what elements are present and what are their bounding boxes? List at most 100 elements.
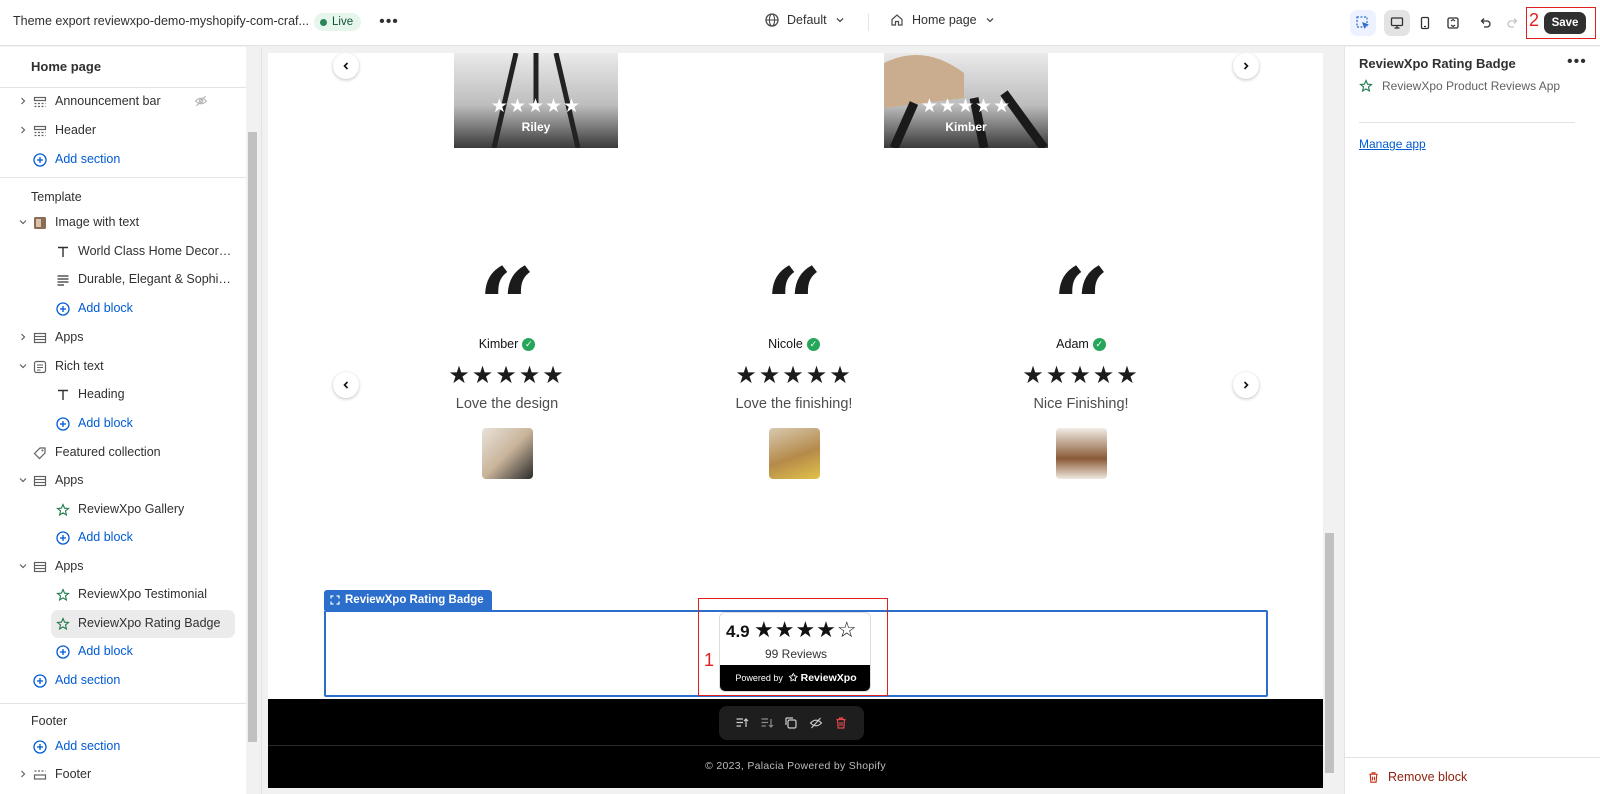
footer-copyright: © 2023, Palacia Powered by Shopify: [705, 760, 886, 772]
tag-icon: [33, 446, 47, 460]
add-block-button[interactable]: Add block: [0, 524, 246, 552]
sidebar-item-label: Apps: [55, 473, 84, 487]
chevron-down-icon: [18, 475, 28, 485]
panel-app-name: ReviewXpo Product Reviews App: [1382, 79, 1561, 93]
more-actions-button[interactable]: •••: [378, 11, 400, 33]
sidebar-item-apps[interactable]: Apps: [0, 324, 246, 352]
sidebar-item-apps[interactable]: Apps: [0, 467, 246, 495]
inspector-select-button[interactable]: [1350, 10, 1376, 36]
chevron-down-icon: [18, 217, 28, 227]
duplicate-icon[interactable]: [783, 715, 799, 731]
rich-text-icon: [33, 360, 47, 374]
star-app-icon: [56, 617, 70, 631]
theme-name[interactable]: Theme export reviewxpo-demo-myshopify-co…: [13, 14, 309, 28]
sidebar-item-apps[interactable]: Apps: [0, 553, 246, 581]
sidebar-item-label: Rich text: [55, 359, 104, 373]
testimonial-card: “ Kimber ✓ ★★★★★ Love the design: [392, 265, 622, 479]
sidebar-block-reviewxpo-rating-badge[interactable]: ReviewXpo Rating Badge: [0, 610, 246, 638]
paragraph-icon: [56, 273, 70, 287]
add-section-label: Add section: [55, 152, 121, 166]
sidebar-block-heading-text[interactable]: World Class Home Decor & ...: [0, 238, 246, 266]
desktop-view-button[interactable]: [1384, 10, 1410, 36]
annotation-number-badge: 1: [704, 650, 715, 670]
panel-app-name-row: ReviewXpo Product Reviews App: [1359, 79, 1560, 93]
fullwidth-view-button[interactable]: [1440, 10, 1466, 36]
sidebar-scrollbar-thumb[interactable]: [248, 132, 257, 742]
page-selector[interactable]: Home page: [890, 13, 995, 27]
testimonial-next-button[interactable]: [1233, 372, 1259, 398]
carousel-prev-button[interactable]: [333, 53, 359, 79]
theme-selector[interactable]: Default: [765, 13, 845, 27]
redo-button[interactable]: [1500, 10, 1526, 36]
manage-app-link[interactable]: Manage app: [1359, 137, 1426, 151]
testimonial-name-row: Kimber ✓: [392, 337, 622, 351]
eye-hidden-icon[interactable]: [194, 94, 208, 108]
star-app-icon: [1359, 79, 1373, 93]
chevron-right-icon: [1243, 381, 1249, 389]
sidebar-item-image-with-text[interactable]: Image with text: [0, 209, 246, 237]
undo-button[interactable]: [1472, 10, 1498, 36]
product-thumbnail[interactable]: [481, 428, 533, 479]
chevron-down-icon: [836, 18, 844, 23]
annotation-box-badge: [698, 598, 888, 696]
sections-sidebar: Home page Announcement bar Header Add se…: [0, 47, 262, 794]
add-section-label: Add section: [55, 673, 121, 687]
testimonial-stars: ★★★★★: [735, 362, 853, 389]
home-icon: [891, 14, 903, 26]
add-block-button[interactable]: Add block: [0, 410, 246, 438]
carousel-next-button[interactable]: [1233, 53, 1259, 79]
add-section-button[interactable]: Add section: [0, 146, 246, 174]
sidebar-block-reviewxpo-gallery[interactable]: ReviewXpo Gallery: [0, 496, 246, 524]
trash-icon[interactable]: [833, 715, 849, 731]
sidebar-item-label: ReviewXpo Gallery: [78, 502, 185, 516]
sidebar-item-label: Durable, Elegant & Sophisti...: [78, 272, 233, 286]
move-down-icon[interactable]: [759, 715, 775, 731]
add-block-label: Add block: [78, 416, 133, 430]
reviewer-name: Kimber: [945, 120, 987, 134]
testimonial-name-row: Adam ✓: [966, 337, 1196, 351]
sidebar-item-announcement-bar[interactable]: Announcement bar: [0, 88, 246, 116]
section-icon: [33, 474, 47, 488]
expand-icon: [1447, 17, 1459, 29]
divider: [1345, 757, 1600, 758]
sidebar-item-label: Featured collection: [55, 445, 161, 459]
panel-title: ReviewXpo Rating Badge: [1359, 56, 1516, 71]
verified-check-icon: ✓: [1092, 337, 1106, 351]
divider: [268, 745, 1323, 746]
quote-icon: “: [478, 265, 536, 327]
mobile-view-button[interactable]: [1412, 10, 1438, 36]
sidebar-item-label: Image with text: [55, 215, 140, 229]
image-thumbnail-icon: [33, 216, 47, 230]
review-card[interactable]: ★★★★★ Kimber: [884, 53, 1048, 148]
add-block-button[interactable]: Add block: [0, 638, 246, 666]
product-thumbnail[interactable]: [1055, 428, 1107, 479]
sidebar-item-header[interactable]: Header: [0, 117, 246, 145]
hide-eye-icon[interactable]: [808, 715, 824, 731]
preview-scrollbar-thumb[interactable]: [1325, 533, 1334, 773]
move-up-icon[interactable]: [734, 715, 750, 731]
sidebar-item-featured-collection[interactable]: Featured collection: [0, 439, 246, 467]
sidebar-block-paragraph[interactable]: Durable, Elegant & Sophisti...: [0, 266, 246, 294]
sidebar-item-label: Header: [55, 123, 96, 137]
plus-circle-icon: [56, 417, 70, 431]
add-block-button[interactable]: Add block: [0, 295, 246, 323]
panel-more-button[interactable]: •••: [1567, 53, 1587, 71]
testimonial-name: Kimber: [478, 337, 519, 351]
chevron-right-icon: [1243, 62, 1249, 70]
chevron-down-icon: [18, 561, 28, 571]
sidebar-item-rich-text[interactable]: Rich text: [0, 353, 246, 381]
sidebar-block-heading[interactable]: Heading: [0, 381, 246, 409]
testimonial-prev-button[interactable]: [333, 372, 359, 398]
testimonial-card: “ Adam ✓ ★★★★★ Nice Finishing!: [966, 265, 1196, 479]
add-section-button[interactable]: Add section: [0, 733, 246, 761]
reviewer-name: Riley: [521, 120, 551, 134]
sidebar-block-reviewxpo-testimonial[interactable]: ReviewXpo Testimonial: [0, 581, 246, 609]
sidebar-item-label: ReviewXpo Rating Badge: [78, 616, 221, 630]
globe-icon: [765, 13, 779, 27]
product-thumbnail[interactable]: [768, 428, 820, 479]
review-card[interactable]: ★★★★★ Riley: [454, 53, 618, 148]
add-section-button[interactable]: Add section: [0, 667, 246, 695]
remove-block-button[interactable]: Remove block: [1367, 770, 1467, 784]
desktop-icon: [1390, 17, 1404, 29]
sidebar-item-footer[interactable]: Footer: [0, 761, 246, 789]
